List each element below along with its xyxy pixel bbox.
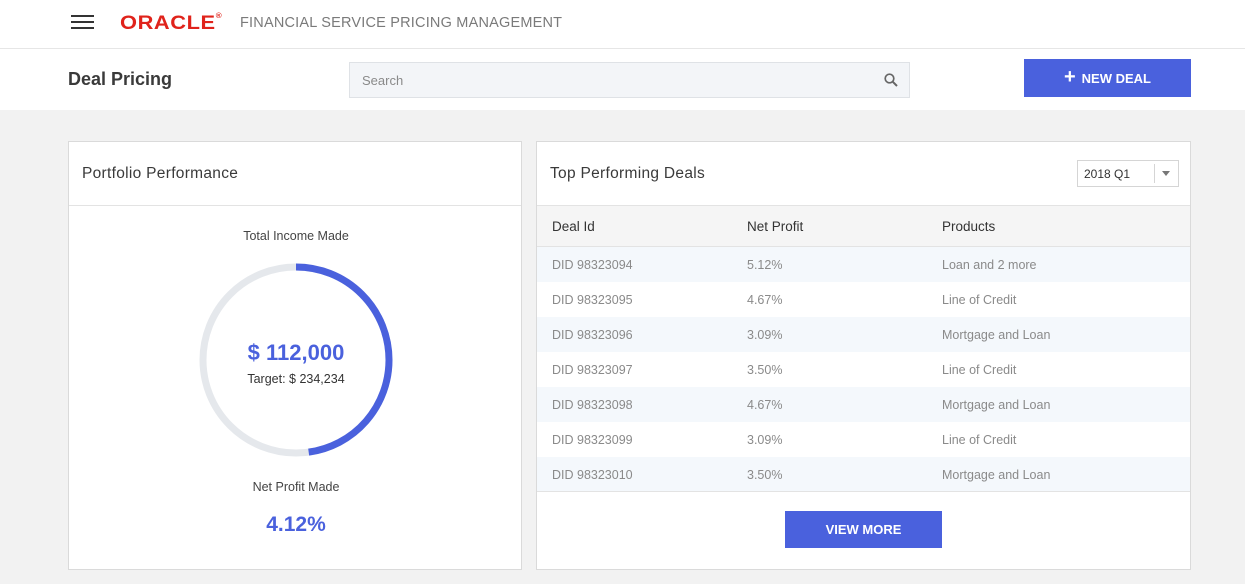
top-bar: ORACLE® FINANCIAL SERVICE PRICING MANAGE… [0,0,1245,49]
top-performing-deals-card: Top Performing Deals 2018 Q1 Deal Id Net… [536,141,1191,570]
net-profit-cell: 4.67% [747,293,783,307]
column-header-net-profit[interactable]: Net Profit [747,219,803,234]
oracle-logo[interactable]: ORACLE® [120,13,222,35]
net-profit-cell: 4.67% [747,398,783,412]
period-select[interactable]: 2018 Q1 [1077,160,1179,187]
plus-icon: + [1063,66,1076,88]
table-body: DID 98323094 5.12% Loan and 2 more DID 9832… [537,247,1190,492]
net-profit-value: 4.12% [266,513,326,536]
deal-id-cell: DID 98323096 [552,328,633,342]
page-header: Deal Pricing + NEW DEAL [0,49,1245,110]
chevron-down-icon[interactable] [1162,171,1170,176]
portfolio-card-title: Portfolio Performance [82,165,239,182]
net-profit-cell: 3.09% [747,328,783,342]
column-header-deal-id[interactable]: Deal Id [552,219,595,234]
net-profit-label: Net Profit Made [252,480,340,494]
view-more-button[interactable]: VIEW MORE [785,511,942,548]
column-header-products[interactable]: Products [942,219,995,234]
products-cell: Loan and 2 more [942,258,1037,272]
deal-id-cell: DID 98323097 [552,363,633,377]
app-title: FINANCIAL SERVICE PRICING MANAGEMENT [240,15,563,31]
table-row[interactable]: DID 98323097 3.50% Line of Credit [537,352,1190,387]
period-select-value: 2018 Q1 [1084,167,1131,181]
deals-card-header: Top Performing Deals 2018 Q1 [537,142,1190,206]
deal-id-cell: DID 98323098 [552,398,633,412]
net-profit-cell: 3.50% [747,363,783,377]
search-box [349,62,910,98]
search-icon[interactable] [884,73,898,87]
new-deal-button[interactable]: + NEW DEAL [1024,59,1191,97]
total-income-amount: $ 112,000 [247,340,345,365]
products-cell: Line of Credit [942,293,1017,307]
page-title: Deal Pricing [68,69,173,89]
portfolio-card-header: Portfolio Performance [69,142,521,206]
deal-id-cell: DID 98323010 [552,468,633,482]
net-profit-cell: 3.50% [747,468,783,482]
portfolio-performance-card: Portfolio Performance Total Income Made … [68,141,522,570]
total-income-label: Total Income Made [243,229,349,243]
products-cell: Line of Credit [942,363,1017,377]
deal-id-cell: DID 98323095 [552,293,633,307]
net-profit-cell: 5.12% [747,258,783,272]
net-profit-cell: 3.09% [747,433,783,447]
products-cell: Mortgage and Loan [942,398,1051,412]
table-row[interactable]: DID 98323096 3.09% Mortgage and Loan [537,317,1190,352]
search-input[interactable] [350,63,870,97]
table-header: Deal Id Net Profit Products [537,206,1190,247]
table-row[interactable]: DID 98323010 3.50% Mortgage and Loan [537,457,1190,492]
products-cell: Mortgage and Loan [942,468,1051,482]
deals-table: Deal Id Net Profit Products DID 98323094… [537,206,1190,492]
deal-id-cell: DID 98323094 [552,258,633,272]
table-row[interactable]: DID 98323099 3.09% Line of Credit [537,422,1190,457]
income-target: Target: $ 234,234 [247,372,345,386]
hamburger-menu-icon[interactable] [71,15,95,33]
table-row[interactable]: DID 98323098 4.67% Mortgage and Loan [537,387,1190,422]
deals-card-title: Top Performing Deals [550,165,706,182]
products-cell: Mortgage and Loan [942,328,1051,342]
table-row[interactable]: DID 98323094 5.12% Loan and 2 more [537,247,1190,282]
products-cell: Line of Credit [942,433,1017,447]
deal-id-cell: DID 98323099 [552,433,633,447]
table-row[interactable]: DID 98323095 4.67% Line of Credit [537,282,1190,317]
new-deal-label: NEW DEAL [1081,70,1152,86]
